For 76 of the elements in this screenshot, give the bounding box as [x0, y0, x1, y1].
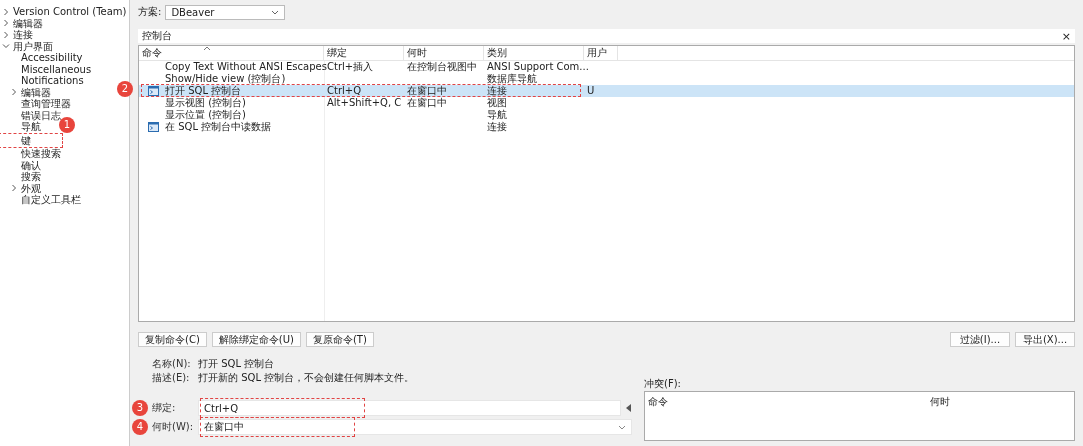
- binding-label: 绑定:: [152, 401, 177, 415]
- sort-caret-icon: [203, 46, 211, 51]
- when-dropdown[interactable]: 在窗口中: [198, 419, 632, 435]
- tree-item[interactable]: 编辑器: [0, 86, 53, 98]
- expander-icon[interactable]: [10, 88, 18, 97]
- conflicts-label: 冲突(F):: [644, 377, 682, 389]
- callout-badge: 4: [132, 419, 148, 435]
- tree-item[interactable]: Accessibility: [0, 52, 85, 64]
- column-header[interactable]: 何时: [404, 46, 484, 60]
- column-header[interactable]: 命令: [648, 395, 668, 409]
- table-cell: Alt+Shift+Q, C: [327, 97, 402, 109]
- expander-icon[interactable]: [2, 42, 10, 51]
- table-row[interactable]: 显示视图 (控制台) Alt+Shift+Q, C 在窗口中 视图: [139, 97, 1074, 109]
- column-header[interactable]: 命令: [139, 46, 324, 60]
- table-cell: 连接: [487, 85, 507, 97]
- tree-item[interactable]: 用户界面: [0, 40, 55, 52]
- filter-field[interactable]: 控制台 ×: [138, 29, 1075, 43]
- callout-badge: 2: [117, 81, 133, 97]
- expander-icon[interactable]: [2, 30, 10, 39]
- binding-field[interactable]: Ctrl+Q: [198, 400, 621, 416]
- table-cell: Ctrl+Q: [327, 85, 362, 97]
- when-label: 何时(W):: [152, 420, 195, 434]
- clear-button[interactable]: ×: [1061, 29, 1071, 43]
- table-cell: 显示视图 (控制台): [165, 97, 246, 109]
- left-arrow-icon[interactable]: [626, 404, 632, 412]
- description-label: 描述(E):: [152, 370, 191, 385]
- command-button[interactable]: 复原命令(T): [305, 332, 374, 347]
- table-cell: ANSI Support Com...: [487, 61, 589, 73]
- column-header[interactable]: 用户: [584, 46, 618, 60]
- table-cell: U: [587, 85, 595, 97]
- tree-item[interactable]: 搜索: [0, 171, 43, 183]
- table-cell: 视图: [487, 97, 507, 109]
- table-row[interactable]: 在 SQL 控制台中读数据 连接: [139, 121, 1074, 133]
- table-cell: 在窗口中: [407, 85, 447, 97]
- column-header[interactable]: 绑定: [324, 46, 404, 60]
- scheme-label: 方案:: [138, 5, 162, 19]
- table-cell: 在窗口中: [407, 97, 447, 109]
- callout-badge: 3: [132, 400, 148, 416]
- column-header[interactable]: 何时: [930, 395, 950, 409]
- tree-item[interactable]: Version Control (Team): [0, 6, 129, 18]
- tree-item[interactable]: Miscellaneous: [0, 63, 94, 75]
- expander-icon[interactable]: [2, 19, 10, 28]
- table-cell: Copy Text Without ANSI Escapes: [165, 61, 327, 73]
- scheme-dropdown[interactable]: DBeaver: [165, 4, 286, 20]
- table-row[interactable]: 显示位置 (控制台) 导航: [139, 109, 1074, 121]
- tree-item[interactable]: 确认: [0, 159, 43, 171]
- column-header[interactable]: 类别: [484, 46, 584, 60]
- table-cell: 显示位置 (控制台): [165, 109, 246, 121]
- table-cell: 连接: [487, 121, 507, 133]
- console-icon: [148, 86, 159, 96]
- tree-item[interactable]: Notifications: [0, 75, 86, 87]
- name-label: 名称(N):: [152, 356, 192, 371]
- expander-icon[interactable]: [2, 7, 10, 16]
- tree-item[interactable]: 连接: [0, 29, 35, 41]
- tree-item[interactable]: 编辑器: [0, 17, 45, 29]
- console-icon: [148, 122, 159, 132]
- table-cell: 导航: [487, 109, 507, 121]
- chevron-down-icon: [618, 424, 626, 430]
- tree-item[interactable]: 快速搜索: [0, 148, 63, 160]
- command-name: 打开 SQL 控制台: [198, 356, 275, 371]
- table-cell: 打开 SQL 控制台: [165, 85, 242, 97]
- table-cell: 在 SQL 控制台中读数据: [165, 121, 272, 133]
- expander-icon[interactable]: [10, 184, 18, 193]
- command-button[interactable]: 解除绑定命令(U): [211, 332, 301, 347]
- table-cell: 在控制台视图中: [407, 61, 477, 73]
- chevron-down-icon: [271, 9, 280, 15]
- tree-item[interactable]: 导航: [0, 121, 43, 133]
- tree-item[interactable]: 外观: [0, 182, 43, 194]
- command-button[interactable]: 过滤(I)...: [950, 332, 1010, 347]
- table-cell: Ctrl+插入: [327, 61, 374, 73]
- tree-item[interactable]: 自定义工具栏: [0, 194, 83, 206]
- command-button[interactable]: 导出(X)...: [1015, 332, 1075, 347]
- command-button[interactable]: 复制命令(C): [138, 332, 207, 347]
- table-row[interactable]: Copy Text Without ANSI EscapesCtrl+插入 在控制台视图中 ANSI Support Com...: [139, 61, 1074, 73]
- command-description: 打开新的 SQL 控制台，不会创建任何脚本文件。: [198, 370, 415, 385]
- tree-item[interactable]: 查询管理器: [0, 98, 73, 110]
